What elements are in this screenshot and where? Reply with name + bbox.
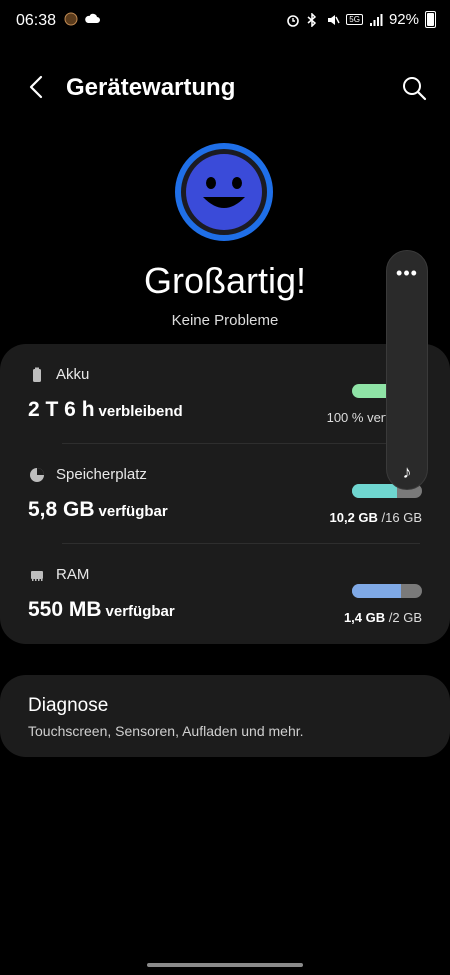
app-notification-icon: [64, 12, 78, 26]
ram-value: 550 MB verfügbar: [28, 598, 175, 622]
storage-total: /16 GB: [377, 510, 422, 525]
ram-row[interactable]: RAM 550 MB verfügbar 1,4 GB /2 GB: [28, 544, 422, 644]
status-bar: 06:38 5G 92%: [0, 0, 450, 44]
storage-label: Speicherplatz: [56, 466, 147, 483]
battery-value-unit: verbleibend: [98, 403, 183, 420]
storage-bar-fill: [352, 484, 397, 498]
weather-icon: [84, 12, 100, 26]
battery-label: Akku: [56, 366, 90, 383]
status-face-icon: [175, 143, 273, 241]
status-right-icons: 5G 92%: [286, 11, 436, 28]
bluetooth-icon: [306, 11, 320, 28]
ram-total: /2 GB: [385, 610, 422, 625]
music-note-icon[interactable]: ♪: [387, 462, 427, 483]
storage-value: 5,8 GB verfügbar: [28, 498, 168, 522]
battery-value-number: 2 T 6 h: [28, 398, 95, 421]
ram-usage-text: 1,4 GB /2 GB: [344, 610, 422, 625]
battery-icon: [28, 366, 46, 384]
mute-icon: [326, 13, 340, 27]
ram-bar-fill: [352, 584, 401, 598]
back-button[interactable]: [22, 72, 52, 102]
battery-value: 2 T 6 h verbleibend: [28, 398, 183, 422]
back-arrow-icon: [29, 75, 43, 99]
ram-bar: [352, 584, 422, 598]
battery-percent: 92%: [388, 11, 419, 28]
storage-row[interactable]: Speicherplatz 5,8 GB verfügbar 10,2 GB /1…: [28, 444, 422, 544]
diagnose-subtitle: Touchscreen, Sensoren, Aufladen und mehr…: [28, 723, 304, 739]
ram-chip-icon: [28, 566, 46, 584]
more-options-icon[interactable]: •••: [387, 263, 427, 284]
storage-value-number: 5,8 GB: [28, 498, 95, 521]
alarm-icon: [286, 13, 300, 27]
battery-row[interactable]: Akku 2 T 6 h verbleibend 100 % verfügbar: [28, 344, 422, 444]
page-title: Gerätewartung: [66, 74, 236, 101]
home-gesture-bar[interactable]: [147, 963, 303, 967]
search-icon: [403, 77, 427, 101]
ram-label: RAM: [56, 566, 90, 583]
storage-usage-text: 10,2 GB /16 GB: [330, 510, 423, 525]
summary-card: Akku 2 T 6 h verbleibend 100 % verfügbar …: [0, 344, 450, 644]
diagnose-title: Diagnose: [28, 695, 109, 716]
status-subtitle: Keine Probleme: [171, 312, 279, 329]
search-button[interactable]: [400, 74, 428, 102]
status-left-icons: [64, 12, 100, 26]
storage-icon: [28, 466, 46, 484]
network-type-badge: 5G: [346, 14, 363, 25]
storage-value-unit: verfügbar: [98, 503, 168, 520]
battery-icon: [425, 11, 436, 28]
storage-used: 10,2 GB: [329, 510, 378, 525]
ram-value-unit: verfügbar: [105, 603, 175, 620]
status-time: 06:38: [16, 12, 57, 29]
status-headline: Großartig!: [143, 260, 307, 301]
signal-icon: [369, 13, 383, 27]
app-bar: Gerätewartung: [0, 60, 450, 116]
edge-panel-handle[interactable]: ••• ♪: [386, 250, 428, 490]
ram-used: 1,4 GB: [343, 610, 386, 625]
diagnose-card[interactable]: Diagnose Touchscreen, Sensoren, Aufladen…: [0, 675, 450, 757]
ram-value-number: 550 MB: [28, 598, 102, 621]
